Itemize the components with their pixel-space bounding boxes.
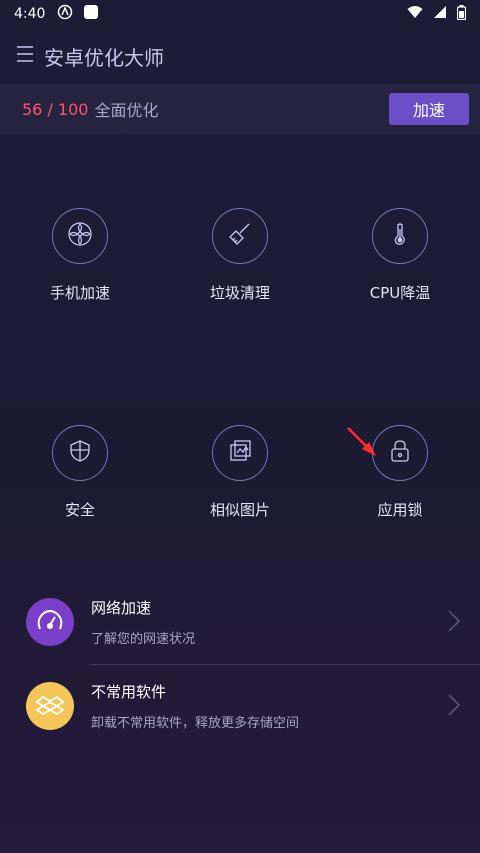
tool-label: CPU降温 (369, 284, 431, 302)
fan-icon (67, 221, 93, 251)
app-notification-icon (83, 4, 99, 24)
list-subtitle: 卸载不常用软件，释放更多存储空间 (91, 716, 300, 731)
status-bar: 4:40 (0, 0, 480, 28)
score-bar: 56 / 100 全面优化 加速 (0, 84, 480, 134)
shield-icon (67, 438, 93, 468)
boost-button[interactable]: 加速 (389, 93, 469, 125)
score-value: 56 / 100 (22, 99, 89, 119)
list-item-unused-apps[interactable]: 不常用软件 卸载不常用软件，释放更多存储空间 (0, 664, 480, 748)
lock-icon (387, 438, 413, 468)
menu-icon[interactable] (16, 45, 34, 67)
tool-label: 应用锁 (377, 501, 423, 519)
broom-icon (227, 221, 253, 251)
tool-cpu-cool[interactable]: CPU降温 (320, 208, 480, 303)
signal-icon (433, 5, 447, 23)
image-icon (227, 438, 253, 468)
tool-app-lock[interactable]: 应用锁 (320, 425, 480, 520)
tool-similar-images[interactable]: 相似图片 (160, 425, 320, 520)
battery-icon (456, 4, 467, 24)
app-header: 安卓优化大师 (0, 28, 480, 84)
tool-label: 垃圾清理 (209, 284, 270, 302)
notification-icon (57, 4, 73, 24)
status-time: 4:40 (14, 6, 46, 22)
list-item-network-boost[interactable]: 网络加速 了解您的网速状况 (0, 580, 480, 664)
tool-label: 相似图片 (209, 501, 270, 519)
page-title: 安卓优化大师 (44, 45, 164, 70)
speedometer-icon (26, 598, 74, 646)
tool-junk-clean[interactable]: 垃圾清理 (160, 208, 320, 303)
tool-label: 手机加速 (49, 284, 110, 302)
tool-phone-boost[interactable]: 手机加速 (0, 208, 160, 303)
thermometer-icon (387, 221, 413, 251)
chevron-right-icon (448, 610, 461, 636)
feature-list: 网络加速 了解您的网速状况 不常用软件 卸载不常用软件，释放更多存储空间 (0, 580, 480, 748)
tool-security[interactable]: 安全 (0, 425, 160, 520)
list-title: 网络加速 (91, 599, 152, 617)
score-label: 全面优化 (94, 101, 159, 120)
box-icon (26, 682, 74, 730)
chevron-right-icon (448, 694, 461, 720)
wifi-icon (407, 5, 423, 23)
tool-label: 安全 (64, 501, 95, 519)
annotation-arrow-icon (345, 425, 381, 465)
list-subtitle: 了解您的网速状况 (91, 632, 196, 647)
list-title: 不常用软件 (91, 683, 167, 701)
